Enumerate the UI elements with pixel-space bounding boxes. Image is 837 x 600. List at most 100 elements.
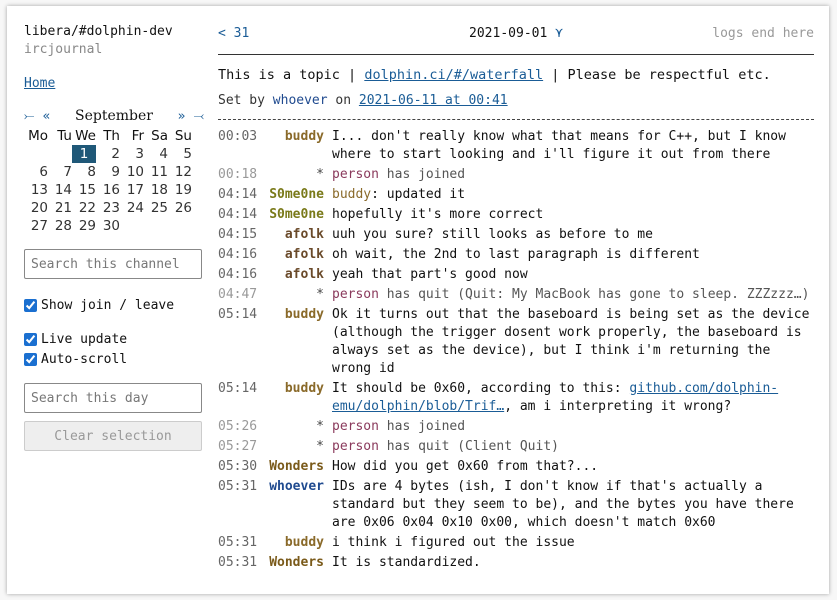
message-time[interactable]: 04:15 (218, 226, 260, 244)
message-time[interactable]: 00:03 (218, 128, 260, 164)
event-nick: person (332, 419, 379, 434)
message-time[interactable]: 05:14 (218, 306, 260, 378)
message-body: : updated it (371, 187, 466, 202)
message-row: 04:14 S0me0ne hopefully it's more correc… (218, 206, 814, 224)
chevron-down-icon[interactable]: ⋎ (555, 26, 563, 41)
message-body: , am i interpreting it wrong? (504, 399, 732, 414)
event-marker: * (316, 419, 324, 434)
calendar-day[interactable]: 15 (72, 181, 96, 199)
calendar-day[interactable]: 20 (24, 199, 48, 217)
auto-scroll-checkbox[interactable] (24, 352, 37, 366)
home-link[interactable]: Home (24, 76, 55, 91)
calendar-week: 1 2 3 4 5 (24, 145, 192, 163)
last-month-icon[interactable]: ⤙ (194, 109, 204, 124)
message-time[interactable]: 00:18 (218, 166, 260, 184)
prev-month-icon[interactable]: « (42, 109, 50, 124)
calendar-day[interactable]: 29 (72, 217, 96, 235)
calendar-header-row: Mo Tu We Th Fr Sa Su (24, 127, 192, 145)
calendar-day[interactable]: 3 (120, 145, 144, 163)
event-text: person has quit (Client Quit) (332, 438, 814, 456)
message-time[interactable]: 05:30 (218, 458, 260, 476)
show-join-leave-option[interactable]: Show join / leave (24, 295, 204, 315)
search-channel-input[interactable] (24, 249, 202, 279)
calendar-day[interactable]: 23 (96, 199, 120, 217)
message-time[interactable]: 05:31 (218, 554, 260, 572)
message-text: oh wait, the 2nd to last paragraph is di… (332, 247, 700, 262)
calendar-day[interactable]: 28 (48, 217, 72, 235)
message-time[interactable]: 05:27 (218, 438, 260, 456)
next-month-icon[interactable]: » (178, 109, 186, 124)
calendar-month: September (75, 108, 153, 124)
message-time[interactable]: 05:31 (218, 478, 260, 532)
live-update-checkbox[interactable] (24, 332, 37, 346)
message-row: 05:31 Wonders It is standardized. (218, 554, 814, 572)
calendar-week: 13 14 15 16 17 18 19 (24, 181, 192, 199)
message-row: 05:14 buddy It should be 0x60, according… (218, 380, 814, 416)
message-text: hopefully it's more correct (332, 207, 544, 222)
message-time[interactable]: 04:47 (218, 286, 260, 304)
calendar-day[interactable]: 11 (144, 163, 168, 181)
calendar-day[interactable]: 4 (144, 145, 168, 163)
message-time[interactable]: 05:14 (218, 380, 260, 416)
message-time[interactable]: 04:14 (218, 206, 260, 224)
calendar-day[interactable]: 13 (24, 181, 48, 199)
calendar-week: 6 7 8 9 10 11 12 (24, 163, 192, 181)
weekday-label: Mo (28, 128, 48, 144)
calendar-day-selected[interactable]: 1 (72, 145, 96, 163)
event-description: has joined (378, 419, 466, 434)
auto-scroll-label: Auto-scroll (41, 351, 128, 367)
message-time[interactable]: 04:14 (218, 186, 260, 204)
event-row: 00:18 * person has joined (218, 166, 814, 184)
message-text: It is standardized. (332, 555, 481, 570)
search-day-input[interactable] (24, 383, 202, 413)
message-nick: whoever (269, 479, 324, 494)
calendar-day[interactable]: 6 (24, 163, 48, 181)
show-join-leave-checkbox[interactable] (24, 298, 37, 312)
event-marker: * (316, 167, 324, 182)
calendar-day[interactable]: 26 (168, 199, 192, 217)
message-time[interactable]: 04:16 (218, 266, 260, 284)
calendar-day[interactable]: 21 (48, 199, 72, 217)
event-marker: * (316, 439, 324, 454)
event-description: has quit (Quit: My MacBook has gone to s… (378, 287, 810, 302)
message-row: 05:31 whoever IDs are 4 bytes (ish, I do… (218, 478, 814, 532)
calendar-day[interactable]: 27 (24, 217, 48, 235)
calendar-day[interactable]: 24 (120, 199, 144, 217)
topic-link[interactable]: dolphin.ci/#/waterfall (364, 67, 543, 83)
main-panel: < 31 2021-09-01 ⋎ logs end here This is … (218, 24, 814, 574)
event-description: has quit (Client Quit) (378, 439, 559, 454)
live-update-option[interactable]: Live update (24, 329, 204, 349)
message-time[interactable]: 05:31 (218, 534, 260, 552)
calendar-day[interactable]: 14 (48, 181, 72, 199)
weekday-label: Th (103, 128, 120, 144)
calendar-day[interactable]: 8 (72, 163, 96, 181)
message-nick: afolk (284, 227, 324, 242)
message-row: 05:30 Wonders How did you get 0x60 from … (218, 458, 814, 476)
calendar-day[interactable]: 17 (120, 181, 144, 199)
current-date[interactable]: 2021-09-01 ⋎ (338, 26, 694, 41)
calendar-day-empty (144, 217, 168, 235)
message-time[interactable]: 04:16 (218, 246, 260, 264)
calendar-day[interactable]: 10 (120, 163, 144, 181)
previous-day-link[interactable]: < 31 (218, 26, 338, 41)
calendar-day[interactable]: 30 (96, 217, 120, 235)
clear-selection-button[interactable]: Clear selection (24, 421, 202, 451)
calendar-day[interactable]: 18 (144, 181, 168, 199)
auto-scroll-option[interactable]: Auto-scroll (24, 349, 204, 369)
network-name: ircjournal (24, 42, 103, 57)
calendar-day[interactable]: 16 (96, 181, 120, 199)
first-month-icon[interactable]: ⤚ (24, 109, 34, 124)
message-time[interactable]: 05:26 (218, 418, 260, 436)
calendar-day[interactable]: 9 (96, 163, 120, 181)
calendar-day[interactable]: 5 (168, 145, 192, 163)
live-update-label: Live update (41, 331, 128, 347)
calendar-day[interactable]: 12 (168, 163, 192, 181)
calendar-day[interactable]: 19 (168, 181, 192, 199)
event-nick: person (332, 167, 379, 182)
calendar-day[interactable]: 25 (144, 199, 168, 217)
topic-set-time-link[interactable]: 2021-06-11 at 00:41 (359, 93, 508, 108)
day-navigation: < 31 2021-09-01 ⋎ logs end here (218, 24, 814, 42)
calendar-day[interactable]: 2 (96, 145, 120, 163)
calendar-day[interactable]: 7 (48, 163, 72, 181)
calendar-day[interactable]: 22 (72, 199, 96, 217)
